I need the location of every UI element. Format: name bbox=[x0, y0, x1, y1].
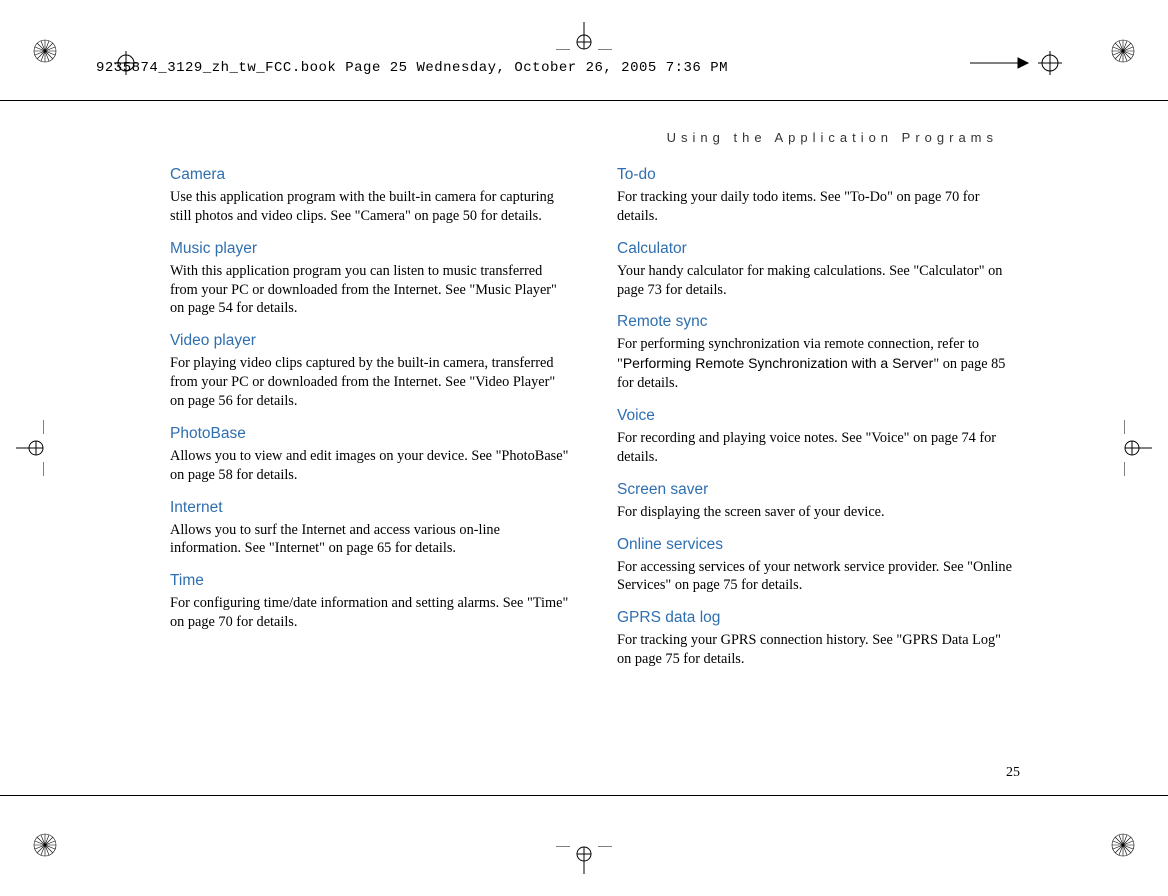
section-title-gprs: GPRS data log bbox=[617, 609, 1018, 627]
section-title-camera: Camera bbox=[170, 166, 571, 184]
doc-info-line: 9235874_3129_zh_tw_FCC.book Page 25 Wedn… bbox=[96, 60, 728, 76]
section-body: With this application program you can li… bbox=[170, 262, 571, 319]
frame-line-bottom bbox=[0, 795, 1168, 796]
running-head: Using the Application Programs bbox=[667, 130, 998, 145]
crop-mark-icon bbox=[32, 38, 58, 64]
section-body: For performing synchronization via remot… bbox=[617, 335, 1018, 393]
registration-mark-icon bbox=[1124, 420, 1152, 476]
crop-mark-icon bbox=[1110, 38, 1136, 64]
right-column: To-do For tracking your daily todo items… bbox=[617, 160, 1018, 786]
text-run-sans: Performing Remote Synchronization with a… bbox=[623, 355, 933, 371]
section-body: For configuring time/date information an… bbox=[170, 594, 571, 632]
section-body: For tracking your daily todo items. See … bbox=[617, 188, 1018, 226]
section-title-online-services: Online services bbox=[617, 536, 1018, 554]
section-body: For playing video clips captured by the … bbox=[170, 354, 571, 411]
section-title-todo: To-do bbox=[617, 166, 1018, 184]
section-title-internet: Internet bbox=[170, 499, 571, 517]
section-title-calculator: Calculator bbox=[617, 240, 1018, 258]
section-title-remote-sync: Remote sync bbox=[617, 313, 1018, 331]
section-body: For tracking your GPRS connection histor… bbox=[617, 631, 1018, 669]
section-title-music: Music player bbox=[170, 240, 571, 258]
section-body: For recording and playing voice notes. S… bbox=[617, 429, 1018, 467]
section-title-time: Time bbox=[170, 572, 571, 590]
registration-mark-icon bbox=[556, 22, 612, 50]
section-body: Use this application program with the bu… bbox=[170, 188, 571, 226]
registration-mark-icon bbox=[16, 420, 44, 476]
section-title-photobase: PhotoBase bbox=[170, 425, 571, 443]
section-title-screen-saver: Screen saver bbox=[617, 481, 1018, 499]
frame-line-top bbox=[0, 100, 1168, 101]
registration-mark-icon bbox=[556, 846, 612, 874]
section-body: Your handy calculator for making calcula… bbox=[617, 262, 1018, 300]
section-body: For displaying the screen saver of your … bbox=[617, 503, 1018, 522]
crop-mark-icon bbox=[1110, 832, 1136, 858]
crop-mark-icon bbox=[32, 832, 58, 858]
section-title-voice: Voice bbox=[617, 407, 1018, 425]
left-column: Camera Use this application program with… bbox=[170, 160, 571, 786]
page-number: 25 bbox=[1006, 765, 1020, 781]
content-columns: Camera Use this application program with… bbox=[170, 160, 1018, 786]
section-title-video: Video player bbox=[170, 332, 571, 350]
section-body: For accessing services of your network s… bbox=[617, 558, 1018, 596]
section-body: Allows you to view and edit images on yo… bbox=[170, 447, 571, 485]
section-body: Allows you to surf the Internet and acce… bbox=[170, 521, 571, 559]
